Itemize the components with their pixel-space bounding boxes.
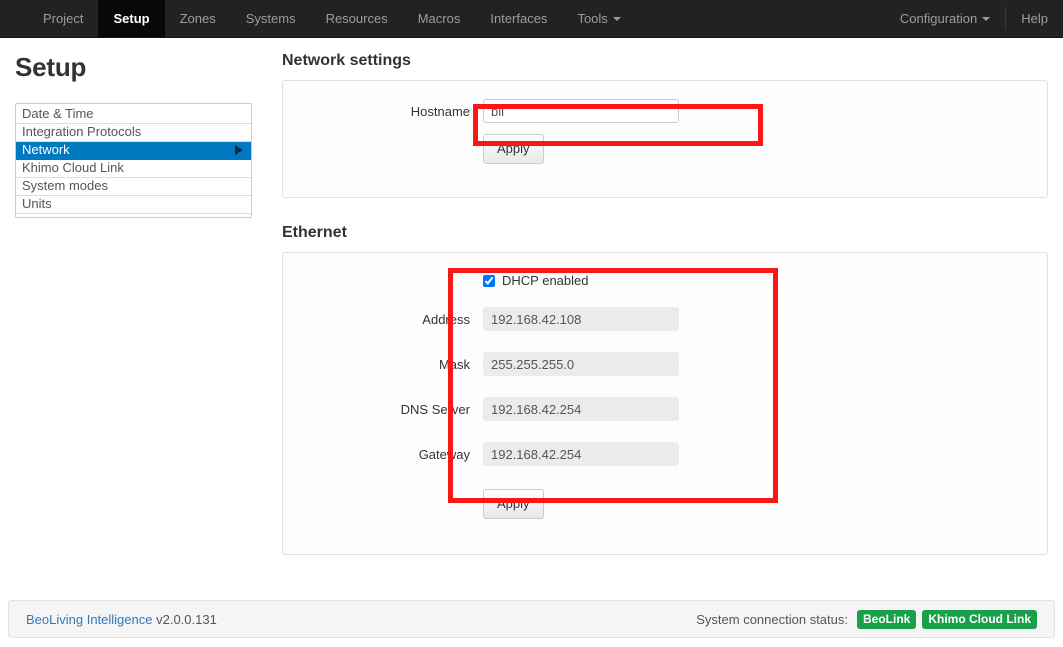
sidebar-item-network[interactable]: Network xyxy=(16,142,251,160)
nav-item-macros[interactable]: Macros xyxy=(403,0,476,37)
ethernet-apply-row: Apply xyxy=(283,489,1047,519)
address-form-row: Address xyxy=(283,307,1047,331)
ethernet-panel: DHCP enabled Address Mask DNS Server xyxy=(282,252,1048,555)
hostname-label: Hostname xyxy=(410,103,470,119)
arrow-right-icon xyxy=(235,145,243,155)
dns-server-form-row: DNS Server xyxy=(283,397,1047,421)
nav-item-label: Setup xyxy=(113,11,150,26)
sidebar-item-label: Network xyxy=(22,142,70,157)
gateway-input xyxy=(483,442,679,466)
sidebar-item-integration-protocols[interactable]: Integration Protocols xyxy=(16,124,251,142)
nav-item-label: Interfaces xyxy=(490,11,548,26)
page-container: Setup Date & Time Integration Protocols … xyxy=(0,38,1063,555)
footer-status: System connection status: BeoLink Khimo … xyxy=(696,609,1037,629)
sidebar-item-label: Integration Protocols xyxy=(22,124,142,139)
sidebar-item-system-modes[interactable]: System modes xyxy=(16,178,251,196)
page-title: Setup xyxy=(15,52,87,82)
hostname-input[interactable] xyxy=(483,99,679,123)
nav-item-label: Systems xyxy=(245,11,296,26)
network-apply-button[interactable]: Apply xyxy=(483,134,544,164)
mask-input xyxy=(483,352,679,376)
gateway-label: Gateway xyxy=(418,446,470,462)
ethernet-apply-button[interactable]: Apply xyxy=(483,489,544,519)
mask-label: Mask xyxy=(438,356,470,372)
network-settings-panel: Hostname Apply xyxy=(282,80,1048,198)
dns-server-input xyxy=(483,397,679,421)
footer: BeoLiving Intelligence v2.0.0.131 System… xyxy=(8,600,1055,638)
footer-product-info: BeoLiving Intelligence v2.0.0.131 xyxy=(26,612,217,627)
sidebar-item-label: System modes xyxy=(22,178,108,193)
nav-item-label: Project xyxy=(43,11,84,26)
nav-item-resources[interactable]: Resources xyxy=(311,0,403,37)
navbar-primary-menu: Project Setup Zones Systems Resources Ma… xyxy=(28,0,636,37)
ethernet-heading: Ethernet xyxy=(282,224,347,241)
top-navbar: Project Setup Zones Systems Resources Ma… xyxy=(0,0,1063,38)
content-row: Setup Date & Time Integration Protocols … xyxy=(15,38,1048,555)
nav-item-configuration[interactable]: Configuration xyxy=(885,0,1005,37)
nav-item-label: Help xyxy=(1021,11,1048,26)
sidebar-list: Date & Time Integration Protocols Networ… xyxy=(15,103,252,218)
address-input xyxy=(483,307,679,331)
nav-item-zones[interactable]: Zones xyxy=(165,0,231,37)
address-label: Address xyxy=(422,311,470,327)
sidebar-item-khimo-cloud-link[interactable]: Khimo Cloud Link xyxy=(16,160,251,178)
main-content: Network settings Hostname Apply Ethernet xyxy=(267,52,1048,555)
nav-item-interfaces[interactable]: Interfaces xyxy=(475,0,562,37)
chevron-down-icon xyxy=(982,16,991,21)
nav-item-project[interactable]: Project xyxy=(28,0,98,37)
footer-status-label: System connection status: xyxy=(696,611,848,627)
network-apply-row: Apply xyxy=(283,134,1047,164)
gateway-form-row: Gateway xyxy=(283,442,1047,466)
status-badge-khimo-cloud-link: Khimo Cloud Link xyxy=(922,609,1037,629)
sidebar-item-date-time[interactable]: Date & Time xyxy=(16,106,251,124)
nav-item-setup[interactable]: Setup xyxy=(98,0,165,37)
nav-item-label: Macros xyxy=(417,11,461,26)
dns-server-label: DNS Server xyxy=(400,401,470,417)
footer-version: v2.0.0.131 xyxy=(156,611,217,627)
mask-form-row: Mask xyxy=(283,352,1047,376)
navbar-secondary-menu: Configuration Help xyxy=(885,0,1063,37)
nav-item-label: Configuration xyxy=(899,11,978,26)
dhcp-enabled-checkbox[interactable] xyxy=(483,274,495,287)
nav-item-tools[interactable]: Tools xyxy=(562,0,635,37)
sidebar-item-label: Khimo Cloud Link xyxy=(22,160,124,175)
nav-item-help[interactable]: Help xyxy=(1006,0,1063,37)
dhcp-row: DHCP enabled xyxy=(283,273,1047,288)
nav-item-systems[interactable]: Systems xyxy=(231,0,311,37)
nav-item-label: Resources xyxy=(325,11,388,26)
nav-item-label: Zones xyxy=(179,11,216,26)
network-settings-heading: Network settings xyxy=(282,52,411,69)
sidebar-item-label: Date & Time xyxy=(22,106,94,121)
sidebar-item-label: Units xyxy=(22,196,52,211)
dhcp-enabled-label: DHCP enabled xyxy=(502,273,589,288)
footer-product-link[interactable]: BeoLiving Intelligence xyxy=(26,612,152,627)
hostname-form-row: Hostname xyxy=(283,99,1047,123)
sidebar-item-units[interactable]: Units xyxy=(16,196,251,214)
sidebar: Setup Date & Time Integration Protocols … xyxy=(15,52,267,555)
nav-item-label: Tools xyxy=(577,11,608,26)
chevron-down-icon xyxy=(612,16,621,21)
status-badge-beolink: BeoLink xyxy=(857,609,917,629)
